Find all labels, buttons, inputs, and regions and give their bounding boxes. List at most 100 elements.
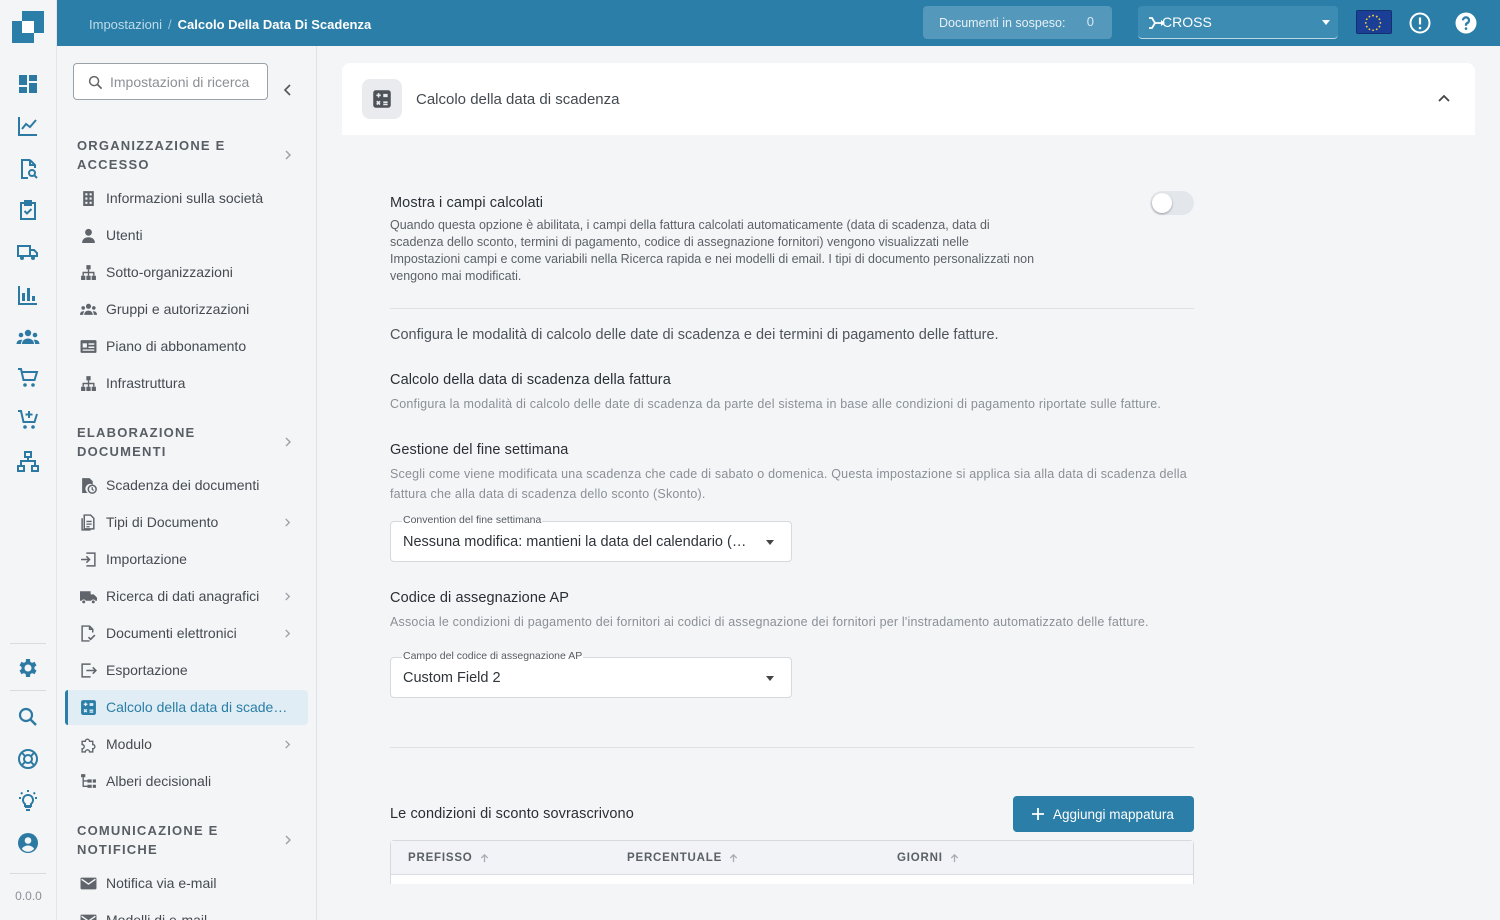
- sidebar-item-master-data-lookup[interactable]: Ricerca di dati anagrafici: [65, 579, 308, 614]
- pending-documents-count: 0: [1086, 14, 1094, 29]
- weekend-description: Scegli come viene modificata una scadenz…: [390, 467, 1187, 501]
- sidebar-item-email-notification[interactable]: Notifica via e-mail: [65, 866, 308, 901]
- app-logo-icon[interactable]: [12, 11, 44, 43]
- ap-code-field-value: Custom Field 2: [403, 670, 501, 686]
- breadcrumb-parent[interactable]: Impostazioni: [89, 17, 162, 32]
- card-icon-box: [362, 79, 402, 119]
- people-icon[interactable]: [16, 325, 40, 349]
- search-icon[interactable]: [16, 705, 40, 729]
- sidebar-item-sub-organizations[interactable]: Sotto-organizzazioni: [65, 255, 308, 290]
- rail-divider: [10, 873, 46, 874]
- sidebar-item-subscription-plan[interactable]: Piano di abbonamento: [65, 329, 308, 364]
- sidebar-item-due-date-calculation[interactable]: Calcolo della data di scadenza: [65, 690, 308, 725]
- search-icon: [88, 75, 103, 90]
- chevron-right-icon[interactable]: [283, 835, 293, 845]
- idea-icon[interactable]: [16, 789, 40, 813]
- dashboard-icon[interactable]: [16, 72, 40, 96]
- breadcrumb-current: Calcolo Della Data Di Scadenza: [177, 17, 372, 32]
- document-search-icon[interactable]: [16, 157, 40, 181]
- sidebar-item-infrastructure[interactable]: Infrastruttura: [65, 366, 308, 401]
- sidebar-item-export[interactable]: Esportazione: [65, 653, 308, 688]
- settings-search: [73, 63, 268, 100]
- collapse-sidebar-chevron-left-icon[interactable]: [281, 83, 295, 97]
- sidebar-item-label: Utenti: [106, 227, 143, 243]
- chevron-right-icon: [285, 518, 291, 527]
- discount-mapping-table: PREFISSO PERCENTUALE GIORNI: [390, 840, 1194, 884]
- mail-icon: [80, 877, 97, 890]
- edocument-icon: [81, 625, 96, 642]
- person-icon: [82, 228, 95, 243]
- column-header-prefix[interactable]: PREFISSO: [408, 852, 490, 864]
- sidebar-item-email-templates[interactable]: Modelli di e-mail: [65, 903, 308, 920]
- weekend-convention-value: Nessuna modifica: mantieni la data del c…: [403, 534, 753, 550]
- settings-icon[interactable]: [16, 656, 40, 680]
- analytics-icon[interactable]: [16, 114, 40, 138]
- chevron-right-icon: [285, 592, 291, 601]
- rail-divider: [10, 690, 46, 691]
- top-bar: Impostazioni / Calcolo Della Data Di Sca…: [57, 0, 1500, 46]
- sidebar-item-users[interactable]: Utenti: [65, 218, 308, 253]
- sidebar-item-document-expiry[interactable]: Scadenza dei documenti: [65, 468, 308, 503]
- settings-search-input[interactable]: [110, 72, 260, 92]
- bar-chart-icon[interactable]: [16, 283, 40, 307]
- section-organizzazione-accesso[interactable]: Organizzazione e accesso: [77, 136, 247, 174]
- show-calculated-toggle[interactable]: [1150, 191, 1194, 215]
- add-mapping-button[interactable]: Aggiungi mappatura: [1013, 796, 1194, 832]
- cart-add-icon[interactable]: [16, 408, 40, 432]
- section-divider: [390, 308, 1194, 309]
- section-comunicazione-notifiche[interactable]: Comunicazione e notifiche: [77, 821, 247, 859]
- network-icon[interactable]: [16, 450, 40, 474]
- sidebar-item-label: Calcolo della data di scadenza: [106, 699, 294, 715]
- building-icon: [83, 191, 94, 206]
- sort-arrow-up-icon: [950, 853, 958, 862]
- chevron-right-icon: [285, 740, 291, 749]
- chevron-right-icon[interactable]: [283, 437, 293, 447]
- sidebar-item-electronic-documents[interactable]: Documenti elettronici: [65, 616, 308, 651]
- section-elaborazione-documenti[interactable]: Elaborazione documenti: [77, 423, 247, 461]
- sidebar-item-label: Gruppi e autorizzazioni: [106, 301, 250, 317]
- table-header-row: PREFISSO PERCENTUALE GIORNI: [391, 841, 1193, 875]
- chevron-down-icon: [766, 676, 774, 681]
- section-divider: [390, 747, 1194, 748]
- alert-icon[interactable]: [1408, 11, 1432, 35]
- ap-code-field-select[interactable]: Campo del codice di assegnazione AP Cust…: [390, 650, 792, 698]
- documents-icon: [81, 514, 95, 531]
- task-icon[interactable]: [16, 198, 40, 222]
- organization-value: CROSS: [1162, 14, 1212, 30]
- sidebar-item-document-types[interactable]: Tipi di Documento: [65, 505, 308, 540]
- ap-code-description: Associa le condizioni di pagamento dei f…: [390, 615, 1149, 629]
- sidebar-item-import[interactable]: Importazione: [65, 542, 308, 577]
- show-calculated-title: Mostra i campi calcolati: [390, 195, 544, 211]
- pending-documents-badge[interactable]: Documenti in sospeso: 0: [923, 6, 1112, 39]
- account-icon[interactable]: [16, 831, 40, 855]
- weekend-convention-label: Convention del fine settimana: [402, 514, 543, 526]
- column-header-percentage[interactable]: PERCENTUALE: [627, 852, 739, 864]
- sidebar-item-label: Alberi decisionali: [106, 773, 212, 789]
- weekend-convention-select[interactable]: Convention del fine settimana Nessuna mo…: [390, 514, 792, 562]
- show-calculated-description: Quando questa opzione è abilitata, i cam…: [390, 218, 1035, 283]
- settings-sidebar: Organizzazione e accesso Informazioni su…: [57, 46, 317, 920]
- card-icon: [80, 340, 97, 353]
- rail-divider: [10, 643, 46, 644]
- help-icon[interactable]: [1454, 11, 1478, 35]
- column-header-days[interactable]: GIORNI: [897, 852, 960, 864]
- sidebar-item-groups-permissions[interactable]: Gruppi e autorizzazioni: [65, 292, 308, 327]
- sidebar-item-label: Tipi di Documento: [106, 514, 219, 530]
- hierarchy-icon: [81, 376, 96, 391]
- plus-icon: [1032, 808, 1044, 820]
- ap-code-field-label: Campo del codice di assegnazione AP: [402, 650, 584, 662]
- calculator-icon: [81, 700, 96, 715]
- support-icon[interactable]: [16, 747, 40, 771]
- sidebar-item-module[interactable]: Modulo: [65, 727, 308, 762]
- sidebar-item-company-info[interactable]: Informazioni sulla società: [65, 181, 308, 216]
- sidebar-item-label: Infrastruttura: [106, 375, 186, 391]
- main-content: Calcolo della data di scadenza Mostra i …: [317, 46, 1500, 920]
- delivery-icon[interactable]: [16, 240, 40, 264]
- sidebar-item-decision-trees[interactable]: Alberi decisionali: [65, 764, 308, 799]
- due-date-card-header[interactable]: Calcolo della data di scadenza: [342, 63, 1475, 135]
- organization-selector[interactable]: CROSS: [1138, 6, 1338, 39]
- chevron-right-icon[interactable]: [283, 150, 293, 160]
- eu-flag-icon[interactable]: [1356, 10, 1392, 34]
- chevron-up-icon[interactable]: [1437, 91, 1451, 105]
- cart-icon[interactable]: [16, 366, 40, 390]
